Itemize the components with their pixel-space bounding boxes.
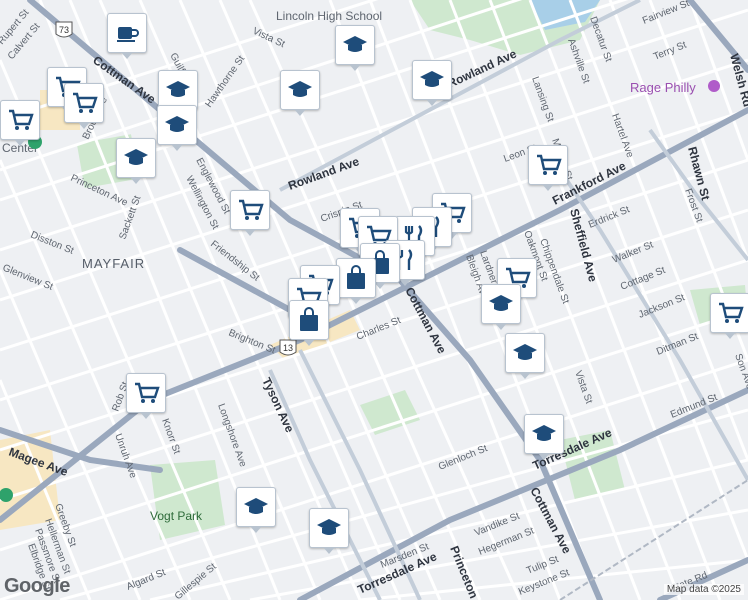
shopping-cart-icon [537,154,562,175]
vogt-park-label: Vogt Park [150,509,203,523]
school-marker[interactable] [116,138,156,184]
school-marker[interactable] [335,25,375,71]
route-13-shield: 13 [279,339,297,356]
school-icon [244,498,268,514]
school-icon [166,81,190,97]
shopping-bag-marker[interactable] [336,258,376,304]
school-icon [513,344,537,360]
svg-text:13: 13 [283,343,293,353]
lincoln-high-school-label: Lincoln High School [276,9,382,23]
school-marker[interactable] [158,70,198,116]
school-icon [165,116,189,132]
shopping-cart-icon [239,199,264,220]
school-marker[interactable] [236,487,276,533]
school-marker[interactable] [481,284,521,330]
shopping-cart-marker[interactable] [64,83,104,129]
school-icon [489,295,513,311]
shopping-bag-marker[interactable] [289,300,329,346]
route-73-shield: 73 [55,21,73,38]
shopping-cart-icon [73,92,98,113]
mayfair-label: MAYFAIR [82,256,145,271]
shopping-bag-icon [300,307,318,331]
school-marker[interactable] [524,414,564,460]
svg-text:73: 73 [59,25,69,35]
rage-philly-label: Rage Philly [630,80,696,95]
shopping-cart-icon [135,382,160,403]
school-icon [124,149,148,165]
coffee-icon [117,27,139,42]
shopping-cart-marker[interactable] [126,373,166,419]
shopping-cart-icon [719,302,744,323]
school-icon [317,519,341,535]
shopping-cart-marker[interactable] [528,145,568,191]
school-marker[interactable] [412,60,452,106]
shopping-bag-icon [347,265,365,289]
school-marker[interactable] [309,508,349,554]
google-logo[interactable]: Google [4,575,70,598]
school-icon [343,36,367,52]
shopping-cart-marker[interactable] [230,190,270,236]
map-attribution[interactable]: Map data ©2025 [663,584,744,595]
school-icon [288,81,312,97]
map-canvas[interactable]: 73 13 MAYFAIR Lincoln High School Rage P… [0,0,748,600]
shopping-cart-marker[interactable] [710,293,748,339]
shopping-cart-icon [9,109,34,130]
school-marker[interactable] [505,333,545,379]
coffee-marker[interactable] [107,13,147,59]
entertainment-icon[interactable] [708,80,720,92]
school-marker[interactable] [280,70,320,116]
shopping-cart-marker[interactable] [0,100,40,146]
school-icon [420,71,444,87]
school-icon [532,425,556,441]
map-base: 73 13 MAYFAIR Lincoln High School Rage P… [0,0,748,600]
school-marker[interactable] [157,105,197,151]
